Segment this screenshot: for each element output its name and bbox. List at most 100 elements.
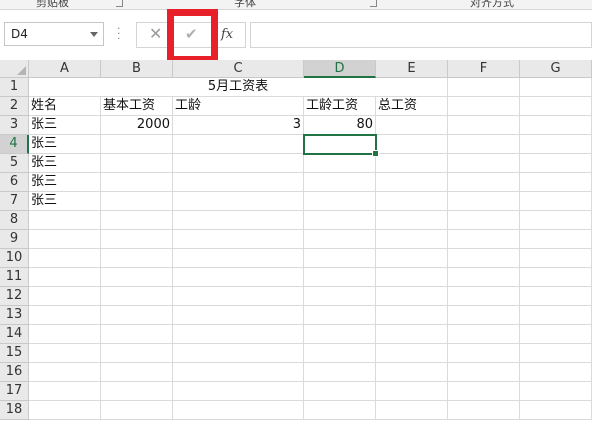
grid-cell[interactable] <box>376 344 448 363</box>
grid-cell[interactable] <box>173 230 304 249</box>
grid-cell[interactable] <box>448 97 520 116</box>
cell-a2[interactable]: 姓名 <box>29 97 101 116</box>
row-header-9[interactable]: 9 <box>0 230 29 249</box>
cell-a6[interactable]: 张三 <box>29 173 101 192</box>
column-header-a[interactable]: A <box>29 60 101 78</box>
grid-cell[interactable] <box>304 249 376 268</box>
grid-cell[interactable] <box>304 363 376 382</box>
grid-cell[interactable] <box>173 287 304 306</box>
grid-cell[interactable] <box>376 249 448 268</box>
grid-cell[interactable] <box>29 287 101 306</box>
column-header-d[interactable]: D <box>304 60 376 78</box>
grid-cell[interactable] <box>376 116 448 135</box>
grid-cell[interactable] <box>101 344 173 363</box>
grid-cell[interactable] <box>101 173 173 192</box>
grid-cell[interactable] <box>101 401 173 420</box>
grid-cell[interactable] <box>520 382 592 401</box>
grid-cell[interactable] <box>376 154 448 173</box>
grid-cell[interactable] <box>376 401 448 420</box>
grid-cell[interactable] <box>376 382 448 401</box>
cell-d3[interactable]: 80 <box>304 116 376 135</box>
grid-cell[interactable] <box>29 306 101 325</box>
grid-cell[interactable] <box>376 287 448 306</box>
row-header-10[interactable]: 10 <box>0 249 29 268</box>
grid-cell[interactable] <box>173 173 304 192</box>
grid-cell[interactable] <box>101 135 173 154</box>
grid-cell[interactable] <box>304 230 376 249</box>
grid-cell[interactable] <box>448 192 520 211</box>
grid-cell[interactable] <box>520 97 592 116</box>
grid-cell[interactable] <box>376 325 448 344</box>
row-header-18[interactable]: 18 <box>0 401 29 420</box>
row-header-7[interactable]: 7 <box>0 192 29 211</box>
row-header-13[interactable]: 13 <box>0 306 29 325</box>
grid-cell[interactable] <box>29 325 101 344</box>
grid-cell[interactable] <box>520 287 592 306</box>
row-header-3[interactable]: 3 <box>0 116 29 135</box>
grid-cell[interactable] <box>448 287 520 306</box>
grid-cell[interactable] <box>29 344 101 363</box>
row-header-8[interactable]: 8 <box>0 211 29 230</box>
grid-cell[interactable] <box>376 363 448 382</box>
grid-cell[interactable] <box>448 363 520 382</box>
insert-function-icon[interactable]: fx <box>221 27 233 42</box>
grid-cell[interactable] <box>448 135 520 154</box>
grid-cell[interactable] <box>173 268 304 287</box>
name-box[interactable]: D4 <box>4 22 104 46</box>
cell-a5[interactable]: 张三 <box>29 154 101 173</box>
grid-cell[interactable] <box>173 344 304 363</box>
grid-cell[interactable] <box>29 230 101 249</box>
grid-cell[interactable] <box>448 249 520 268</box>
grid-cell[interactable] <box>448 306 520 325</box>
column-header-b[interactable]: B <box>101 60 173 78</box>
grid-cell[interactable] <box>520 325 592 344</box>
grid-cell[interactable] <box>173 211 304 230</box>
grid-cell[interactable] <box>304 173 376 192</box>
cell-title-merged[interactable]: 5月工资表 <box>29 78 448 97</box>
grid-cell[interactable] <box>101 287 173 306</box>
grid-cell[interactable] <box>304 306 376 325</box>
grid-cell[interactable] <box>29 401 101 420</box>
chevron-down-icon[interactable] <box>90 32 98 37</box>
grid-cell[interactable] <box>448 344 520 363</box>
grid-cell[interactable] <box>376 230 448 249</box>
row-header-6[interactable]: 6 <box>0 173 29 192</box>
grid-cell[interactable] <box>520 192 592 211</box>
grid-cell[interactable] <box>376 211 448 230</box>
grid-cell[interactable] <box>101 306 173 325</box>
grid-cell[interactable] <box>448 154 520 173</box>
grid-cell[interactable] <box>520 344 592 363</box>
grid-cell[interactable] <box>101 211 173 230</box>
cell-b2[interactable]: 基本工资 <box>101 97 173 116</box>
font-launcher-icon[interactable] <box>370 0 377 7</box>
grid-cell[interactable] <box>101 382 173 401</box>
grid-cell[interactable] <box>29 249 101 268</box>
grid-cell[interactable] <box>520 78 592 97</box>
grid-cell[interactable] <box>173 363 304 382</box>
grid-cell[interactable] <box>101 249 173 268</box>
column-header-e[interactable]: E <box>376 60 448 78</box>
grid-cell[interactable] <box>29 382 101 401</box>
grid-cell[interactable] <box>520 173 592 192</box>
grid-cell[interactable] <box>520 249 592 268</box>
grid-cell[interactable] <box>520 116 592 135</box>
grid-cell[interactable] <box>101 268 173 287</box>
column-header-c[interactable]: C <box>173 60 304 78</box>
grid-cell[interactable] <box>520 230 592 249</box>
grid-cell[interactable] <box>448 173 520 192</box>
grid-cell[interactable] <box>101 192 173 211</box>
cell-c3[interactable]: 3 <box>173 116 304 135</box>
cell-b3[interactable]: 2000 <box>101 116 173 135</box>
grid-cell[interactable] <box>304 325 376 344</box>
grid-cell[interactable] <box>29 363 101 382</box>
row-header-16[interactable]: 16 <box>0 363 29 382</box>
grid-cell[interactable] <box>376 135 448 154</box>
row-header-4[interactable]: 4 <box>0 135 29 154</box>
cell-e2[interactable]: 总工资 <box>376 97 448 116</box>
drag-handle-icon[interactable]: · · · <box>117 23 121 44</box>
cancel-icon[interactable]: ✕ <box>149 24 162 43</box>
grid-cell[interactable] <box>304 344 376 363</box>
grid-cell[interactable] <box>173 135 304 154</box>
grid-cell[interactable] <box>448 382 520 401</box>
row-header-17[interactable]: 17 <box>0 382 29 401</box>
